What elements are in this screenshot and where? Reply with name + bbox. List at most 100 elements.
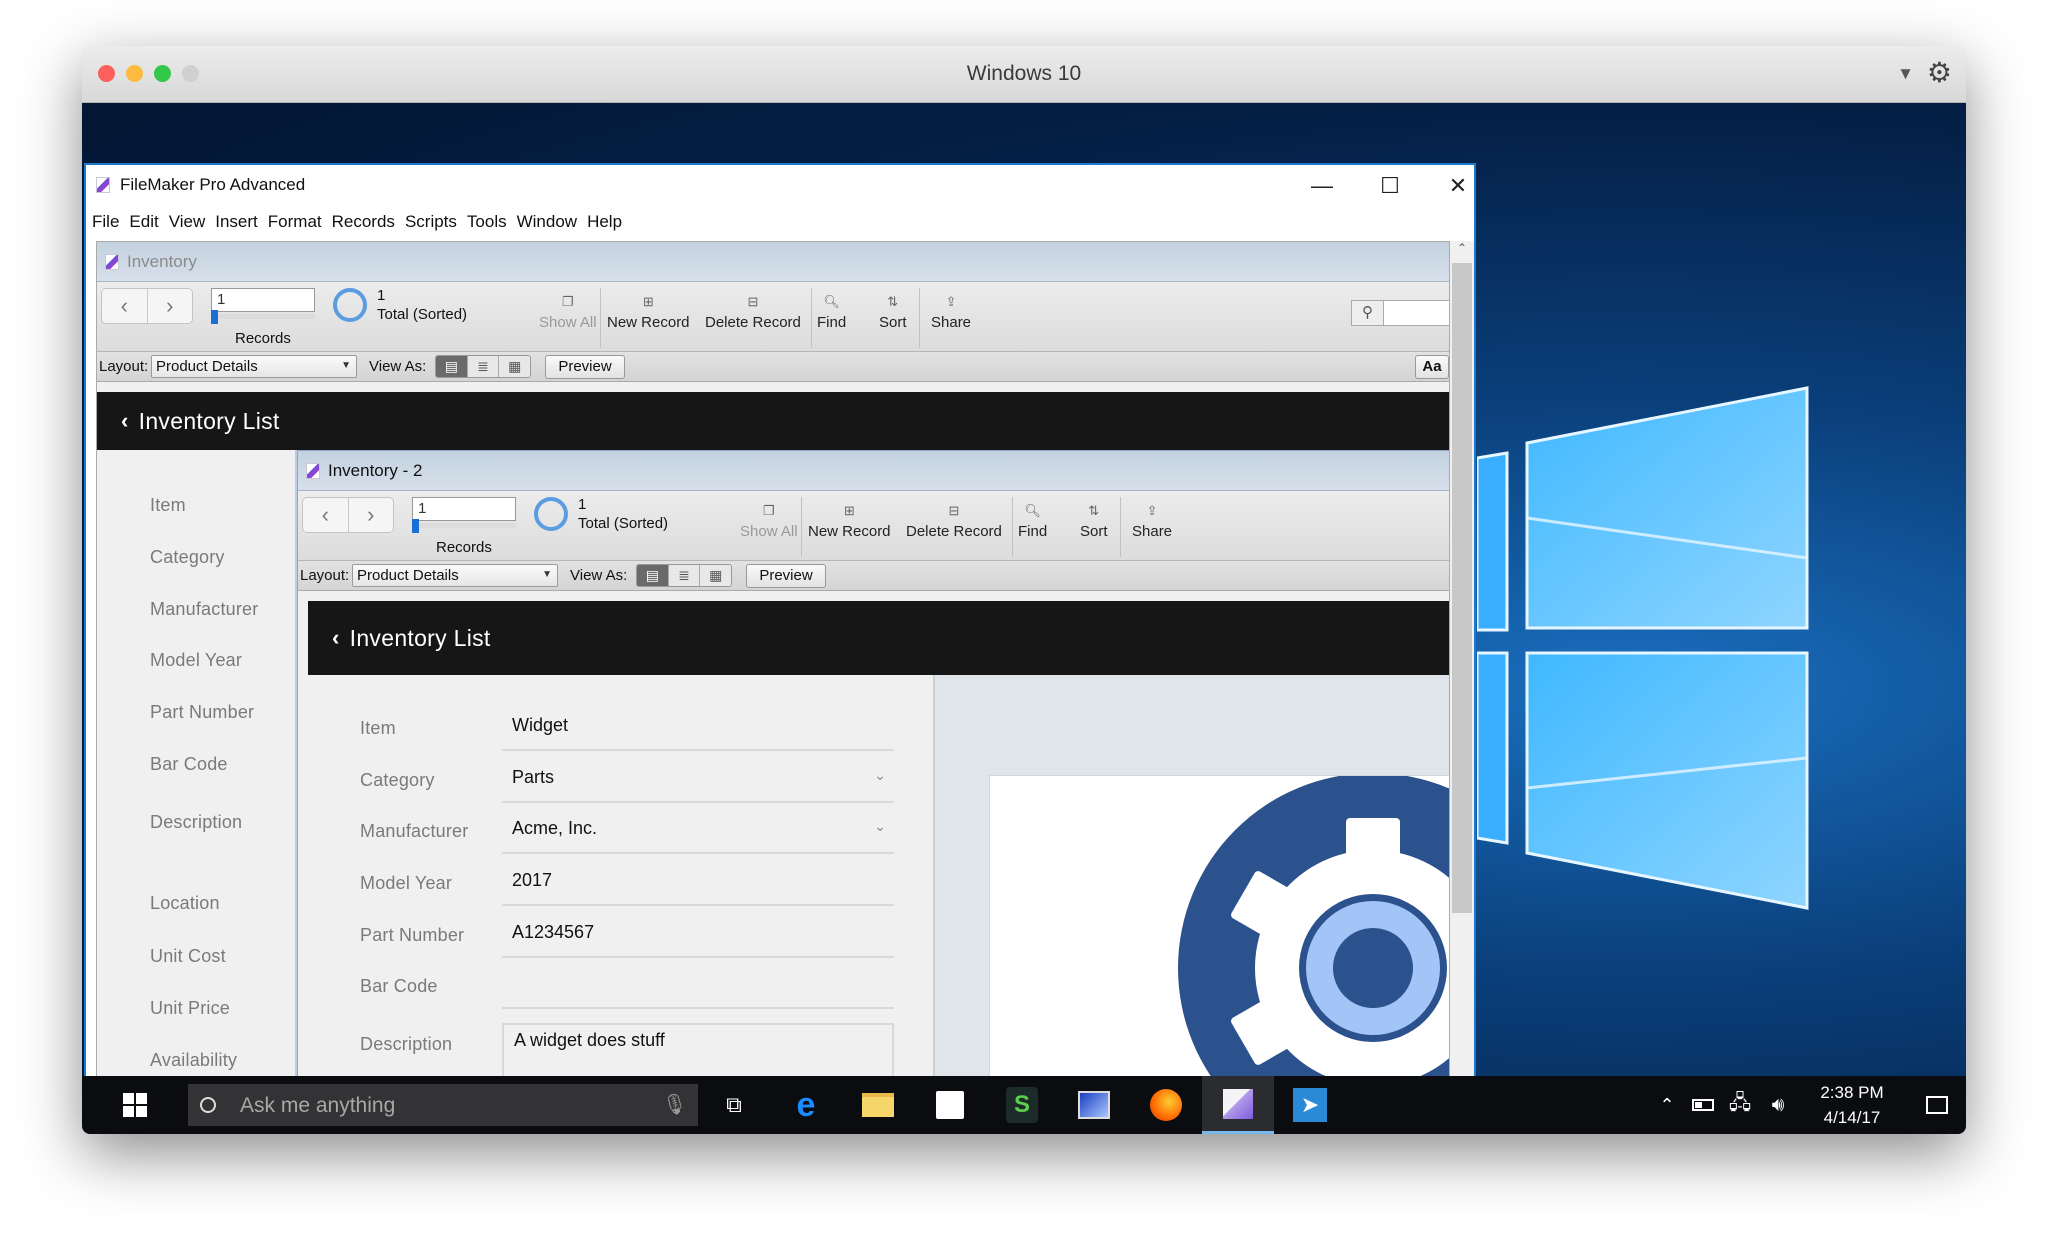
minimize-window-button[interactable]: — [1288, 169, 1356, 203]
search-icon[interactable]: ⚲ [1352, 301, 1384, 325]
back-to-list-link[interactable]: Inventory List [350, 625, 491, 652]
found-set-pie-icon [333, 288, 367, 322]
action-center-icon[interactable] [1912, 1076, 1962, 1134]
back-to-list-link[interactable]: Inventory List [139, 408, 280, 435]
text-format-button[interactable]: Aa [1415, 355, 1449, 379]
list-view-button[interactable]: ≣ [668, 565, 701, 586]
layout-select[interactable]: Product Details ▼ [151, 355, 357, 378]
document-titlebar: Inventory [97, 242, 1449, 282]
chevron-left-icon[interactable]: ‹ [121, 408, 129, 434]
menu-file[interactable]: File [92, 212, 119, 232]
list-view-button[interactable]: ≣ [467, 356, 500, 377]
delete-record-button[interactable]: ⊟ Delete Record [705, 292, 801, 331]
product-image-container[interactable] [989, 775, 1449, 1104]
find-button[interactable]: 🔍︎ Find [1018, 501, 1047, 540]
next-record-button[interactable]: › [349, 498, 394, 532]
item-field[interactable]: Widget [502, 699, 894, 751]
record-slider[interactable] [412, 519, 516, 533]
sort-button[interactable]: ⇅ Sort [879, 292, 907, 331]
chevron-left-icon[interactable]: ‹ [332, 625, 340, 651]
microphone-icon[interactable]: 🎙︎ [662, 1092, 687, 1117]
network-icon[interactable]: 🖧 [1722, 1076, 1758, 1134]
new-record-button[interactable]: ⊞ New Record [607, 292, 690, 331]
volume-icon[interactable]: 🔊︎ [1760, 1076, 1796, 1134]
table-view-button[interactable]: ▦ [700, 565, 731, 586]
show-all-button[interactable]: ❐ Show All [539, 292, 597, 331]
new-record-button[interactable]: ⊞ New Record [808, 501, 891, 540]
file-explorer-icon[interactable] [842, 1076, 914, 1134]
previous-record-button[interactable]: ‹ [102, 289, 148, 323]
chevron-up-icon[interactable]: ⌃ [1652, 1076, 1682, 1134]
slider-thumb[interactable] [412, 519, 419, 533]
next-record-button[interactable]: › [148, 289, 193, 323]
edge-icon[interactable]: e [770, 1076, 842, 1134]
field-label: Location [150, 893, 220, 913]
bar-code-field[interactable] [502, 957, 894, 1009]
vertical-scrollbar[interactable]: ⌃ ⌄ [1450, 241, 1474, 1105]
menu-records[interactable]: Records [332, 212, 395, 232]
record-navigation: ‹ › [101, 288, 193, 324]
clock[interactable]: 2:38 PM 4/14/17 [1802, 1080, 1902, 1130]
menu-tools[interactable]: Tools [467, 212, 507, 232]
chevron-down-icon: ▼ [341, 360, 351, 371]
previous-record-button[interactable]: ‹ [303, 498, 349, 532]
battery-icon[interactable] [1686, 1076, 1720, 1134]
menu-help[interactable]: Help [587, 212, 622, 232]
firefox-icon[interactable] [1130, 1076, 1202, 1134]
quick-find-input[interactable]: ⚲ [1351, 300, 1449, 326]
record-number-input[interactable]: 1 [412, 497, 516, 521]
gear-icon[interactable]: ⚙ [1927, 56, 1952, 89]
document-title: Inventory [127, 251, 197, 271]
start-button[interactable] [82, 1076, 188, 1134]
windows-desktop: FileMaker Pro Advanced — ☐ ✕ File Edit V… [82, 103, 1966, 1127]
menu-edit[interactable]: Edit [129, 212, 158, 232]
record-navigation: ‹ › [302, 497, 394, 533]
delete-record-button[interactable]: ⊟ Delete Record [906, 501, 1002, 540]
blue-app-icon[interactable]: ➤ [1274, 1076, 1346, 1134]
cortana-search-box[interactable]: Ask me anything 🎙︎ [188, 1084, 698, 1126]
task-view-icon[interactable]: ⧉ [698, 1076, 770, 1134]
menu-format[interactable]: Format [268, 212, 322, 232]
menu-scripts[interactable]: Scripts [405, 212, 457, 232]
toolbar-separator [919, 288, 920, 348]
scrollbar-thumb[interactable] [1452, 263, 1472, 913]
record-number-input[interactable]: 1 [211, 288, 315, 312]
layout-select[interactable]: Product Details ▼ [352, 564, 558, 587]
filemaker-taskbar-icon[interactable] [1202, 1076, 1274, 1134]
share-button[interactable]: ⇪ Share [1132, 501, 1172, 540]
table-view-button[interactable]: ▦ [499, 356, 530, 377]
view-as-toggle[interactable]: ▤ ≣ ▦ [435, 355, 531, 378]
menu-window[interactable]: Window [517, 212, 577, 232]
preview-button[interactable]: Preview [746, 564, 826, 588]
description-field[interactable]: A widget does stuff [502, 1023, 894, 1081]
menu-view[interactable]: View [169, 212, 206, 232]
menu-insert[interactable]: Insert [215, 212, 258, 232]
form-view-button[interactable]: ▤ [436, 356, 468, 377]
store-icon[interactable] [914, 1076, 986, 1134]
maximize-window-button[interactable]: ☐ [1356, 169, 1424, 203]
scroll-up-button[interactable]: ⌃ [1450, 241, 1474, 261]
share-button[interactable]: ⇪ Share [931, 292, 971, 331]
show-all-button[interactable]: ❐ Show All [740, 501, 798, 540]
manufacturer-field[interactable]: Acme, Inc. ⌄ [502, 802, 894, 854]
model-year-field[interactable]: 2017 [502, 854, 894, 906]
category-field[interactable]: Parts ⌄ [502, 751, 894, 803]
slider-thumb[interactable] [211, 310, 218, 324]
preview-button[interactable]: Preview [545, 355, 625, 379]
search-icon: 🔍︎ [1024, 503, 1041, 518]
windows-icon [123, 1093, 147, 1117]
part-number-field[interactable]: A1234567 [502, 906, 894, 958]
chevron-down-icon: ▼ [542, 569, 552, 580]
field-label: Unit Cost [150, 946, 226, 966]
layout-label: Layout: [300, 567, 350, 584]
close-window-button[interactable]: ✕ [1424, 169, 1492, 203]
view-as-label: View As: [570, 567, 628, 584]
remote-desktop-icon[interactable] [1058, 1076, 1130, 1134]
dropdown-arrow-icon[interactable]: ▼ [1897, 64, 1914, 84]
sort-button[interactable]: ⇅ Sort [1080, 501, 1108, 540]
record-slider[interactable] [211, 310, 315, 324]
form-view-button[interactable]: ▤ [637, 565, 669, 586]
view-as-toggle[interactable]: ▤ ≣ ▦ [636, 564, 732, 587]
green-app-icon[interactable]: S [986, 1076, 1058, 1134]
find-button[interactable]: 🔍︎ Find [817, 292, 846, 331]
